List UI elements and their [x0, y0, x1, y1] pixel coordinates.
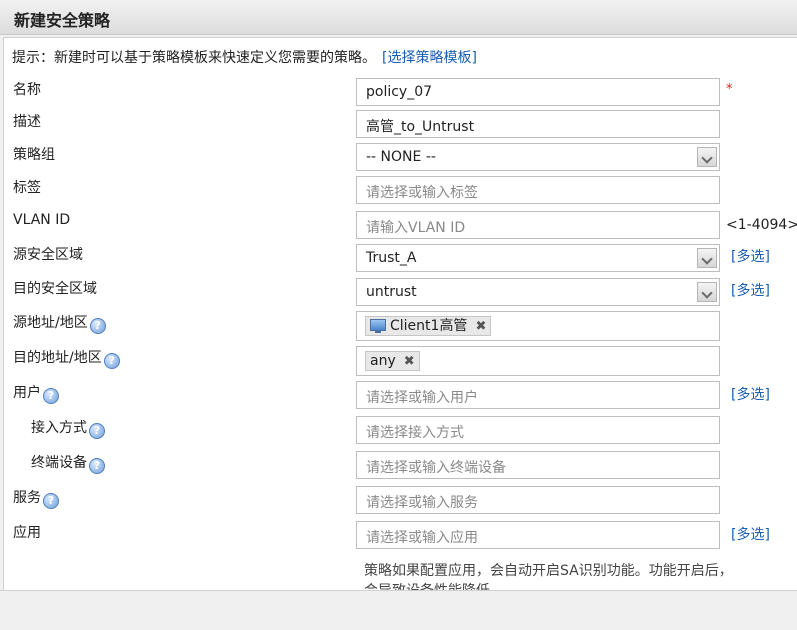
dest-zone-value: untrust — [366, 284, 417, 300]
select-template-link[interactable]: [选择策略模板] — [382, 50, 477, 66]
dialog-footer — [0, 590, 797, 630]
close-icon[interactable]: ✖ — [475, 319, 486, 334]
dest-zone-label: 目的安全区域 — [13, 281, 97, 297]
user-label: 用户? — [13, 382, 59, 404]
question-circle-icon[interactable]: ? — [43, 493, 59, 509]
source-address-label-text: 源地址/地区 — [13, 315, 88, 331]
access-mode-label-text: 接入方式 — [31, 420, 87, 436]
vlan-id-input[interactable]: 请输入VLAN ID — [356, 211, 720, 239]
form-panel: 提示：新建时可以基于策略模板来快速定义您需要的策略。 [选择策略模板] 名称 po… — [3, 37, 797, 590]
description-label: 描述 — [13, 114, 41, 130]
application-label: 应用 — [13, 525, 41, 541]
dest-zone-select[interactable]: untrust — [356, 278, 720, 306]
source-zone-value: Trust_A — [366, 250, 417, 266]
dest-address-input[interactable]: any ✖ — [356, 346, 720, 376]
service-placeholder: 请选择或输入服务 — [366, 495, 478, 511]
hint-text: 提示：新建时可以基于策略模板来快速定义您需要的策略。 — [12, 50, 376, 66]
name-label: 名称 — [13, 82, 41, 98]
dest-address-tag: any ✖ — [365, 351, 420, 371]
policy-group-value: -- NONE -- — [366, 149, 436, 165]
tag-label: 标签 — [13, 180, 41, 196]
question-circle-icon[interactable]: ? — [103, 353, 120, 369]
name-value: policy_07 — [366, 84, 433, 100]
application-input[interactable]: 请选择或输入应用 — [356, 521, 720, 549]
policy-group-label: 策略组 — [13, 147, 55, 163]
tag-placeholder: 请选择或输入标签 — [366, 185, 478, 201]
question-circle-icon[interactable]: ? — [89, 458, 105, 474]
application-placeholder: 请选择或输入应用 — [366, 530, 478, 546]
source-address-input[interactable]: Client1高管 ✖ — [356, 311, 720, 341]
description-input[interactable]: 高管_to_Untrust — [356, 110, 720, 138]
close-icon[interactable]: ✖ — [404, 354, 415, 369]
user-placeholder: 请选择或输入用户 — [366, 390, 478, 406]
dest-address-tag-text: any — [370, 353, 396, 369]
name-input[interactable]: policy_07 — [356, 78, 720, 106]
user-label-text: 用户 — [13, 385, 41, 401]
service-input[interactable]: 请选择或输入服务 — [356, 486, 720, 514]
service-label: 服务? — [13, 487, 59, 509]
question-circle-icon[interactable]: ? — [89, 318, 106, 334]
chevron-down-icon[interactable] — [697, 282, 717, 302]
policy-group-select[interactable]: -- NONE -- — [356, 143, 720, 171]
vlan-range-hint: <1-4094> — [726, 217, 797, 233]
dest-address-label: 目的地址/地区? — [13, 347, 120, 369]
chevron-down-icon[interactable] — [697, 147, 717, 167]
question-circle-icon[interactable]: ? — [43, 388, 59, 404]
question-circle-icon[interactable]: ? — [89, 423, 105, 439]
application-note: 策略如果配置应用，会自动开启SA识别功能。功能开启后，会导致设备性能降低。 — [364, 563, 733, 590]
terminal-input[interactable]: 请选择或输入终端设备 — [356, 451, 720, 479]
service-label-text: 服务 — [13, 490, 41, 506]
dialog-titlebar: 新建安全策略 — [0, 0, 797, 35]
access-mode-label: 接入方式? — [31, 417, 105, 439]
access-mode-placeholder: 请选择接入方式 — [366, 425, 464, 441]
chevron-down-icon[interactable] — [697, 248, 717, 268]
hint-bar: 提示：新建时可以基于策略模板来快速定义您需要的策略。 [选择策略模板] — [12, 47, 477, 67]
dest-zone-multi-select-link[interactable]: [多选] — [731, 280, 770, 300]
source-zone-multi-select-link[interactable]: [多选] — [731, 246, 770, 266]
source-zone-select[interactable]: Trust_A — [356, 244, 720, 272]
computer-monitor-icon — [370, 319, 386, 333]
dialog-title: 新建安全策略 — [14, 11, 111, 30]
application-multi-select-link[interactable]: [多选] — [731, 524, 770, 544]
user-input[interactable]: 请选择或输入用户 — [356, 381, 720, 409]
access-mode-input[interactable]: 请选择接入方式 — [356, 416, 720, 444]
vlan-id-placeholder: 请输入VLAN ID — [366, 220, 466, 236]
dest-address-label-text: 目的地址/地区 — [13, 350, 102, 366]
tag-input[interactable]: 请选择或输入标签 — [356, 176, 720, 204]
user-multi-select-link[interactable]: [多选] — [731, 384, 770, 404]
vlan-id-label: VLAN ID — [13, 212, 71, 228]
source-address-label: 源地址/地区? — [13, 312, 106, 334]
terminal-placeholder: 请选择或输入终端设备 — [366, 460, 506, 476]
terminal-label-text: 终端设备 — [31, 455, 87, 471]
source-zone-label: 源安全区域 — [13, 247, 83, 263]
description-value: 高管_to_Untrust — [366, 119, 475, 135]
source-address-tag-text: Client1高管 — [390, 318, 468, 334]
source-address-tag: Client1高管 ✖ — [365, 316, 492, 336]
required-mark: * — [726, 82, 733, 97]
terminal-label: 终端设备? — [31, 452, 105, 474]
